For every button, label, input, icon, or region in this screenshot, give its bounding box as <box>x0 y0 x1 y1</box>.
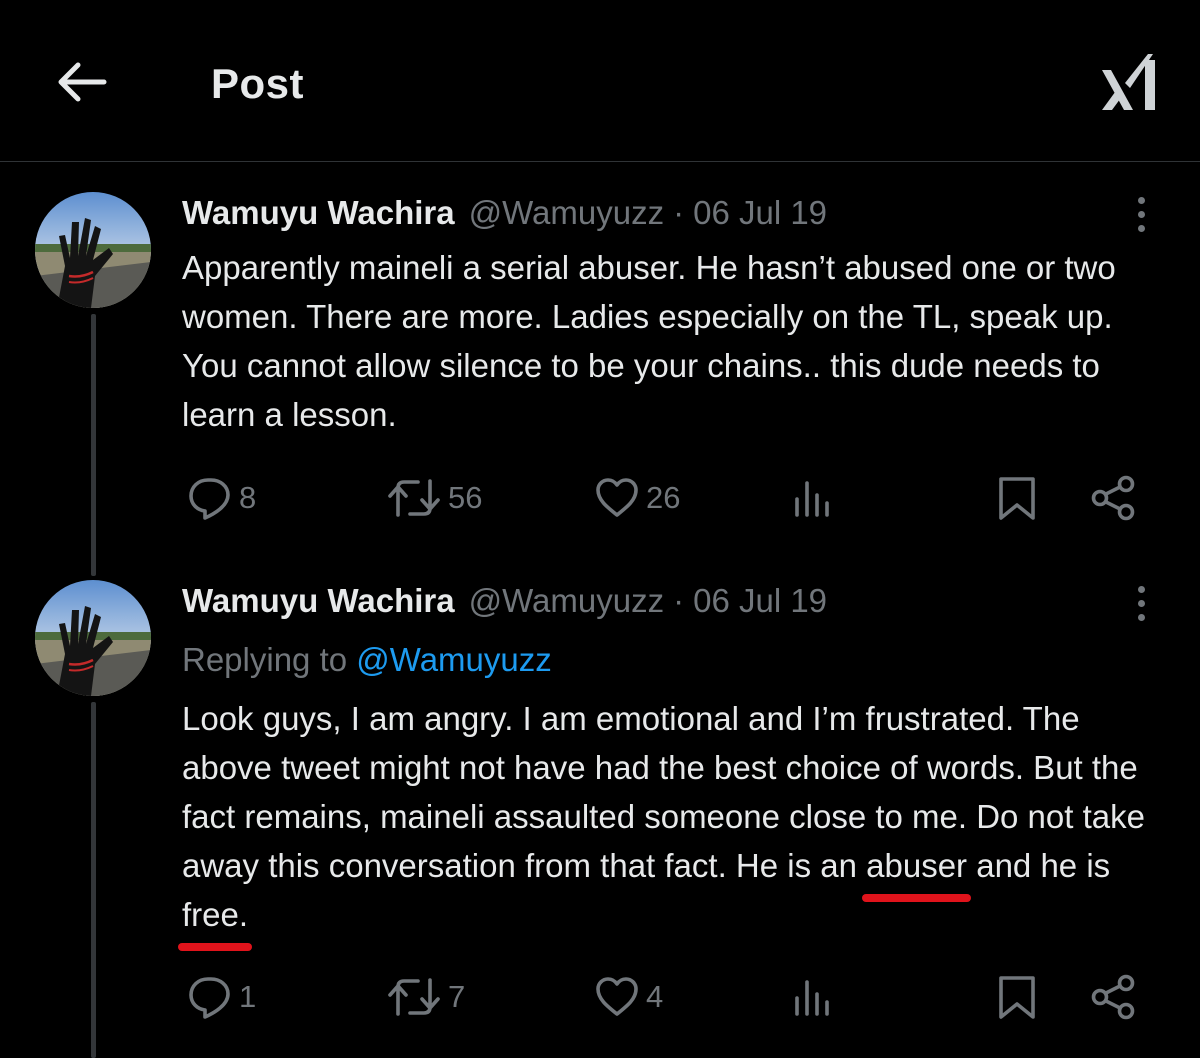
views-button[interactable] <box>789 972 835 1022</box>
share-icon <box>1091 974 1135 1020</box>
bookmark-button[interactable] <box>994 972 1040 1022</box>
reply-icon <box>189 478 230 520</box>
post-actions: 1 7 4 <box>0 972 1200 1022</box>
post-date[interactable]: 06 Jul 19 <box>693 582 827 620</box>
post-text: Look guys, I am angry. I am emotional an… <box>177 694 1162 951</box>
thread-connector <box>91 314 96 576</box>
replying-to-label: Replying to <box>182 641 357 678</box>
page-title: Post <box>211 60 305 107</box>
author-name[interactable]: Wamuyu Wachira <box>182 582 455 620</box>
reply-button[interactable]: 8 <box>187 473 256 523</box>
share-button[interactable] <box>1090 972 1138 1022</box>
underlined-word-free: free. <box>177 890 253 951</box>
replying-to-handle-link[interactable]: @Wamuyuzz <box>356 641 551 678</box>
more-options-button[interactable] <box>1124 193 1158 237</box>
share-button[interactable] <box>1090 473 1138 523</box>
separator: · <box>673 582 685 619</box>
post-actions: 8 56 26 <box>0 473 1200 523</box>
repost-button[interactable]: 56 <box>386 473 482 523</box>
top-bar: Post <box>0 0 1200 162</box>
reply-count: 1 <box>239 979 257 1014</box>
reply-icon <box>189 977 230 1019</box>
post-text: Apparently maineli a serial abuser. He h… <box>182 249 1116 433</box>
repost-button[interactable]: 7 <box>386 972 465 1022</box>
heart-icon <box>596 478 638 517</box>
xai-logo[interactable] <box>1098 50 1160 112</box>
like-button[interactable]: 4 <box>594 972 663 1022</box>
views-icon <box>795 980 829 1016</box>
avatar[interactable] <box>35 192 151 308</box>
bookmark-button[interactable] <box>994 473 1040 523</box>
post-text-part: and he is <box>967 847 1111 884</box>
more-options-button[interactable] <box>1124 582 1158 626</box>
post-header: Wamuyu Wachira @Wamuyuzz · 06 Jul 19 <box>182 194 827 232</box>
post-header: Wamuyu Wachira @Wamuyuzz · 06 Jul 19 <box>182 582 827 620</box>
post-date[interactable]: 06 Jul 19 <box>693 194 827 232</box>
underlined-word-abuser: abuser <box>862 841 971 902</box>
like-count: 4 <box>646 979 664 1014</box>
separator: · <box>673 194 685 231</box>
avatar[interactable] <box>35 580 151 696</box>
repost-count: 7 <box>448 979 466 1014</box>
like-count: 26 <box>646 480 681 515</box>
author-name[interactable]: Wamuyu Wachira <box>182 194 455 232</box>
bookmark-icon <box>999 477 1035 520</box>
back-button[interactable] <box>52 52 112 112</box>
repost-count: 56 <box>448 480 483 515</box>
share-icon <box>1091 475 1135 521</box>
views-button[interactable] <box>789 473 835 523</box>
views-icon <box>795 481 829 517</box>
author-handle[interactable]: @Wamuyuzz <box>469 194 664 232</box>
repost-icon <box>388 978 440 1016</box>
bookmark-icon <box>999 976 1035 1019</box>
author-handle[interactable]: @Wamuyuzz <box>469 582 664 620</box>
heart-icon <box>596 977 638 1016</box>
like-button[interactable]: 26 <box>594 473 680 523</box>
repost-icon <box>388 479 440 517</box>
reply-count: 8 <box>239 480 257 515</box>
replying-to: Replying to @Wamuyuzz <box>182 641 552 679</box>
reply-button[interactable]: 1 <box>187 972 256 1022</box>
arrow-left-icon <box>58 62 107 102</box>
